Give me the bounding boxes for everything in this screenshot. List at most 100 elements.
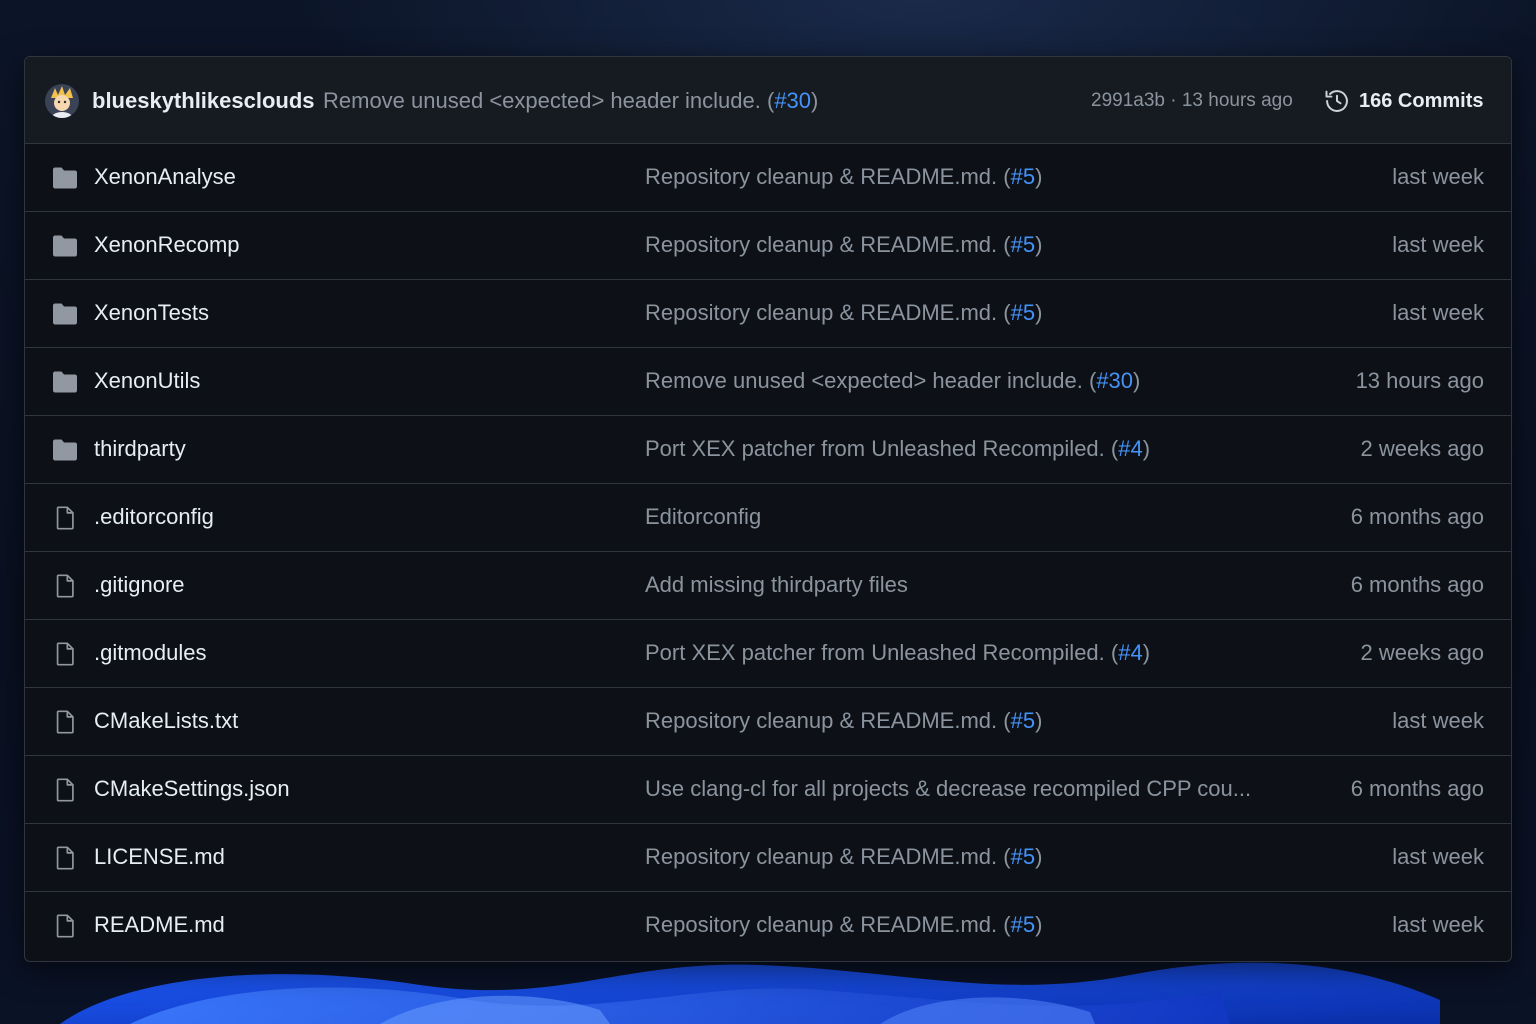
pr-paren: ) xyxy=(1142,436,1151,461)
latest-commit-paren: ) xyxy=(811,88,819,113)
folder-row[interactable]: thirdparty Port XEX patcher from Unleashe… xyxy=(25,416,1511,484)
commit-message-link[interactable]: Repository cleanup & README.md. (#5) xyxy=(645,163,1285,191)
file-icon xyxy=(51,845,79,871)
commit-message-link[interactable]: Editorconfig xyxy=(645,503,1285,531)
pr-link[interactable]: #5 xyxy=(1011,912,1035,937)
latest-commit-bar: blueskythlikesclouds Remove unused <expe… xyxy=(25,57,1511,144)
commit-author-link[interactable]: blueskythlikesclouds xyxy=(92,87,315,115)
commit-time: last week xyxy=(1392,912,1484,937)
commit-time: 2 weeks ago xyxy=(1360,436,1484,461)
commit-message-text[interactable]: Port XEX patcher from Unleashed Recompil… xyxy=(645,640,1118,665)
file-name-link[interactable]: README.md xyxy=(94,911,225,939)
commit-time: last week xyxy=(1392,164,1484,189)
commit-time: 6 months ago xyxy=(1350,572,1484,597)
commit-message-text[interactable]: Repository cleanup & README.md. ( xyxy=(645,232,1011,257)
commit-message-link[interactable]: Remove unused <expected> header include.… xyxy=(645,367,1285,395)
commit-meta: 2991a3b · 13 hours ago xyxy=(1091,88,1293,114)
file-row[interactable]: CMakeLists.txt Repository cleanup & READM… xyxy=(25,688,1511,756)
folder-row[interactable]: XenonAnalyse Repository cleanup & README.… xyxy=(25,144,1511,212)
commit-time: 2 weeks ago xyxy=(1360,640,1484,665)
file-name-link[interactable]: XenonRecomp xyxy=(94,231,240,259)
file-name-link[interactable]: thirdparty xyxy=(94,435,186,463)
pr-link[interactable]: #30 xyxy=(1096,368,1133,393)
commit-message-text[interactable]: Editorconfig xyxy=(645,503,761,531)
file-row[interactable]: .editorconfig Editorconfig 6 months ago xyxy=(25,484,1511,552)
commit-time: last week xyxy=(1392,232,1484,257)
commits-count-label: 166 Commits xyxy=(1359,89,1484,112)
commit-message-link[interactable]: Use clang-cl for all projects & decrease… xyxy=(645,775,1285,803)
commits-history-button[interactable]: 166 Commits xyxy=(1323,85,1484,117)
file-icon xyxy=(51,505,79,531)
commit-message-text[interactable]: Add missing thirdparty files xyxy=(645,571,908,599)
file-row[interactable]: CMakeSettings.json Use clang-cl for all p… xyxy=(25,756,1511,824)
pr-paren: ) xyxy=(1142,640,1151,665)
commit-message-link[interactable]: Port XEX patcher from Unleashed Recompil… xyxy=(645,435,1285,463)
commit-message-text[interactable]: Repository cleanup & README.md. ( xyxy=(645,912,1011,937)
commit-message-link[interactable]: Repository cleanup & README.md. (#5) xyxy=(645,299,1285,327)
folder-icon xyxy=(51,233,79,259)
pr-link[interactable]: #5 xyxy=(1011,708,1035,733)
commit-time: 13 hours ago xyxy=(1355,368,1484,393)
commit-time: 13 hours ago xyxy=(1181,90,1293,111)
folder-row[interactable]: XenonRecomp Repository cleanup & README.m… xyxy=(25,212,1511,280)
commit-message-link[interactable]: Add missing thirdparty files xyxy=(645,571,1285,599)
file-icon xyxy=(51,573,79,599)
commit-message-text[interactable]: Use clang-cl for all projects & decrease… xyxy=(645,775,1251,803)
commit-message-text[interactable]: Repository cleanup & README.md. ( xyxy=(645,164,1011,189)
file-row[interactable]: README.md Repository cleanup & README.md.… xyxy=(25,892,1511,959)
commit-message-text[interactable]: Remove unused <expected> header include.… xyxy=(645,368,1096,393)
commit-time: 6 months ago xyxy=(1350,504,1484,529)
latest-commit-message[interactable]: Remove unused <expected> header include.… xyxy=(323,87,818,115)
file-name-link[interactable]: .gitignore xyxy=(94,571,185,599)
commit-sha-link[interactable]: 2991a3b xyxy=(1091,90,1165,111)
file-row[interactable]: LICENSE.md Repository cleanup & README.md… xyxy=(25,824,1511,892)
commit-message-link[interactable]: Repository cleanup & README.md. (#5) xyxy=(645,231,1285,259)
file-name-link[interactable]: XenonTests xyxy=(94,299,209,327)
pr-link[interactable]: #4 xyxy=(1118,436,1142,461)
commit-message-text[interactable]: Repository cleanup & README.md. ( xyxy=(645,300,1011,325)
commit-time: last week xyxy=(1392,708,1484,733)
file-name-link[interactable]: .editorconfig xyxy=(94,503,214,531)
file-name-link[interactable]: XenonUtils xyxy=(94,367,200,395)
commit-message-link[interactable]: Repository cleanup & README.md. (#5) xyxy=(645,707,1285,735)
commit-time: last week xyxy=(1392,300,1484,325)
commit-message-link[interactable]: Port XEX patcher from Unleashed Recompil… xyxy=(645,639,1285,667)
file-row[interactable]: .gitignore Add missing thirdparty files 6 … xyxy=(25,552,1511,620)
file-row[interactable]: .gitmodules Port XEX patcher from Unleash… xyxy=(25,620,1511,688)
commit-message-link[interactable]: Repository cleanup & README.md. (#5) xyxy=(645,911,1285,939)
pr-link[interactable]: #5 xyxy=(1011,164,1035,189)
file-icon xyxy=(51,641,79,667)
history-icon xyxy=(1323,87,1351,115)
latest-commit-pr-link[interactable]: #30 xyxy=(774,88,811,113)
pr-paren: ) xyxy=(1133,368,1141,393)
file-name-link[interactable]: CMakeSettings.json xyxy=(94,775,290,803)
commit-message-text[interactable]: Repository cleanup & README.md. ( xyxy=(645,708,1011,733)
commit-message-text[interactable]: Port XEX patcher from Unleashed Recompil… xyxy=(645,436,1118,461)
meta-separator: · xyxy=(1170,90,1177,111)
pr-paren: ) xyxy=(1035,300,1043,325)
pr-paren: ) xyxy=(1035,708,1043,733)
file-name-link[interactable]: .gitmodules xyxy=(94,639,207,667)
folder-row[interactable]: XenonUtils Remove unused <expected> heade… xyxy=(25,348,1511,416)
avatar[interactable] xyxy=(45,84,79,118)
folder-icon xyxy=(51,301,79,327)
pr-link[interactable]: #5 xyxy=(1011,232,1035,257)
pr-link[interactable]: #5 xyxy=(1011,844,1035,869)
folder-icon xyxy=(51,437,79,463)
file-icon xyxy=(51,709,79,735)
folder-icon xyxy=(51,369,79,395)
latest-commit-text[interactable]: Remove unused <expected> header include.… xyxy=(323,88,774,113)
pr-paren: ) xyxy=(1035,232,1043,257)
file-name-link[interactable]: CMakeLists.txt xyxy=(94,707,238,735)
pr-link[interactable]: #4 xyxy=(1118,640,1142,665)
commit-message-link[interactable]: Repository cleanup & README.md. (#5) xyxy=(645,843,1285,871)
pr-paren: ) xyxy=(1035,912,1043,937)
commit-time: last week xyxy=(1392,844,1484,869)
file-name-link[interactable]: XenonAnalyse xyxy=(94,163,236,191)
pr-link[interactable]: #5 xyxy=(1011,300,1035,325)
folder-row[interactable]: XenonTests Repository cleanup & README.md… xyxy=(25,280,1511,348)
pr-paren: ) xyxy=(1035,164,1043,189)
file-icon xyxy=(51,913,79,939)
commit-message-text[interactable]: Repository cleanup & README.md. ( xyxy=(645,844,1011,869)
file-name-link[interactable]: LICENSE.md xyxy=(94,843,225,871)
